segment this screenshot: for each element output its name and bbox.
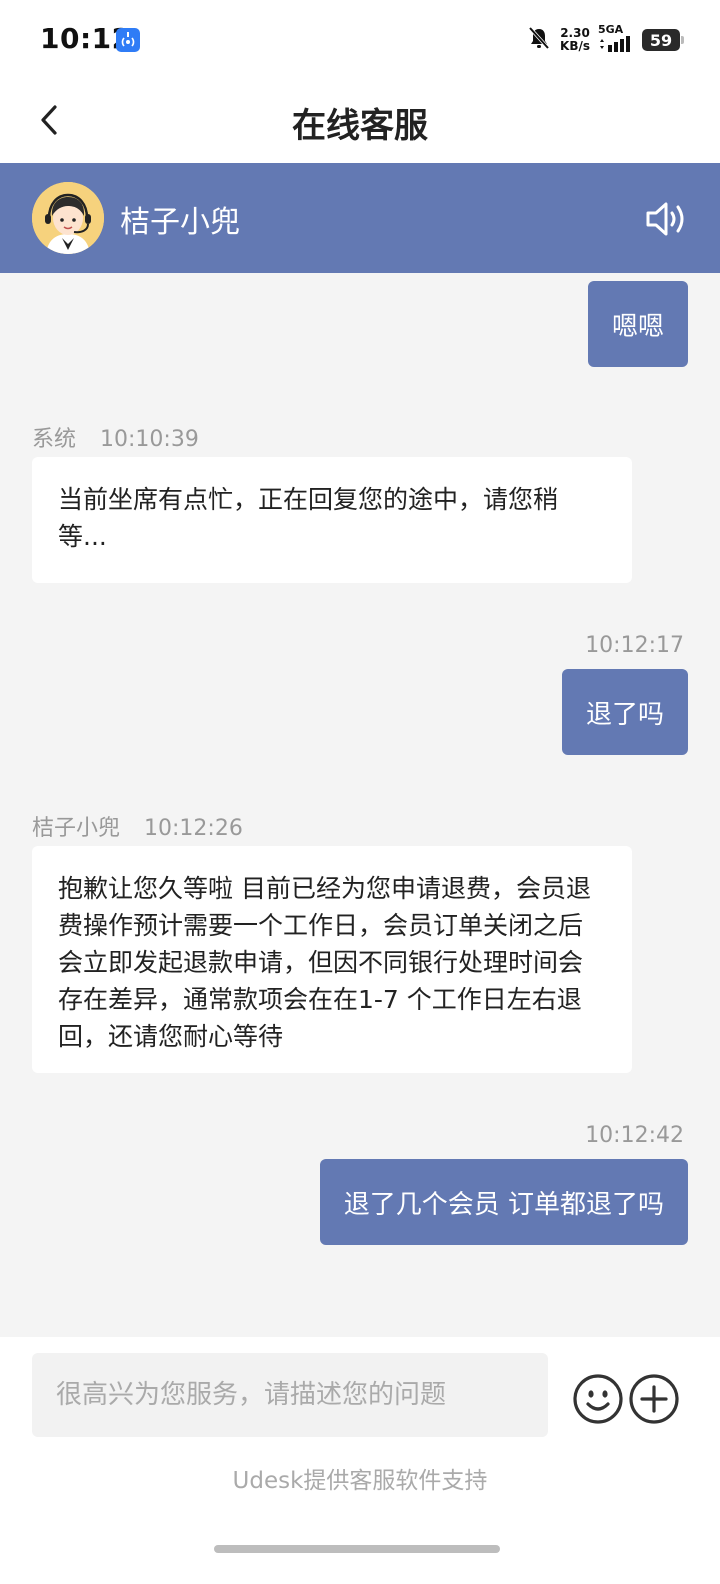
network-type: 5GA: [598, 23, 624, 36]
chat-messages[interactable]: 嗯嗯 系统 10:10:39 当前坐席有点忙，正在回复您的途中，请您稍等... 1…: [0, 273, 720, 1337]
battery-icon: 59: [642, 29, 684, 51]
message-meta: 桔子小兜 10:12:26: [32, 810, 243, 842]
emoji-button[interactable]: [572, 1373, 624, 1425]
bell-off-icon: [526, 25, 552, 55]
title-bar: 在线客服: [0, 80, 720, 163]
message-bubble-outgoing[interactable]: 退了几个会员 订单都退了吗: [319, 1159, 688, 1245]
page-title: 在线客服: [292, 106, 428, 146]
home-indicator[interactable]: [214, 1545, 500, 1553]
message-text: 退了吗: [585, 699, 664, 730]
message-time: 10:10:39: [100, 427, 199, 452]
cell-signal: 5GA: [598, 24, 634, 56]
network-speed-unit: KB/s: [560, 39, 590, 53]
message-text: 退了几个会员 订单都退了吗: [343, 1189, 664, 1220]
message-bubble-incoming[interactable]: 抱歉让您久等啦 目前已经为您申请退费，会员退费操作预计需要一个工作日，会员订单关…: [32, 846, 632, 1073]
agent-avatar: [32, 182, 104, 254]
message-bubble-outgoing[interactable]: 嗯嗯: [587, 281, 688, 367]
speaker-icon: [646, 202, 684, 236]
message-input[interactable]: [32, 1353, 548, 1437]
message-bubble-outgoing[interactable]: 退了吗: [561, 669, 688, 755]
screen: 10:12 2.30 KB/s 5GA 59 在线客服 桔子小兜 嗯嗯 系统 1…: [0, 0, 720, 1584]
emoji-icon: [573, 1374, 623, 1424]
speaker-button[interactable]: [642, 195, 690, 243]
message-text: 当前坐席有点忙，正在回复您的途中，请您稍等...: [58, 485, 559, 551]
message-sender: 桔子小兜: [32, 816, 121, 841]
message-time: 10:12:26: [144, 816, 243, 841]
message-sender: 系统: [32, 427, 77, 452]
agent-header: 桔子小兜: [0, 163, 720, 273]
more-button[interactable]: [628, 1373, 680, 1425]
status-indicators: 2.30 KB/s 5GA 59: [526, 24, 684, 56]
battery-level: 59: [649, 30, 673, 50]
status-bar: 10:12 2.30 KB/s 5GA 59: [0, 0, 720, 80]
network-speed: 2.30 KB/s: [560, 27, 590, 53]
message-time: 10:12:17: [585, 633, 684, 658]
plus-icon: [629, 1374, 679, 1424]
message-meta: 系统 10:10:39: [32, 421, 199, 453]
powered-by-text: Udesk提供客服软件支持: [232, 1468, 488, 1494]
message-time: 10:12:42: [585, 1123, 684, 1148]
message-text: 抱歉让您久等啦 目前已经为您申请退费，会员退费操作预计需要一个工作日，会员订单关…: [58, 874, 591, 1051]
message-bubble-incoming[interactable]: 当前坐席有点忙，正在回复您的途中，请您稍等...: [32, 457, 632, 583]
hotspot-app-icon: [116, 28, 140, 52]
signal-bars-icon: [598, 36, 634, 56]
message-text: 嗯嗯: [611, 311, 664, 342]
agent-name: 桔子小兜: [120, 205, 240, 240]
